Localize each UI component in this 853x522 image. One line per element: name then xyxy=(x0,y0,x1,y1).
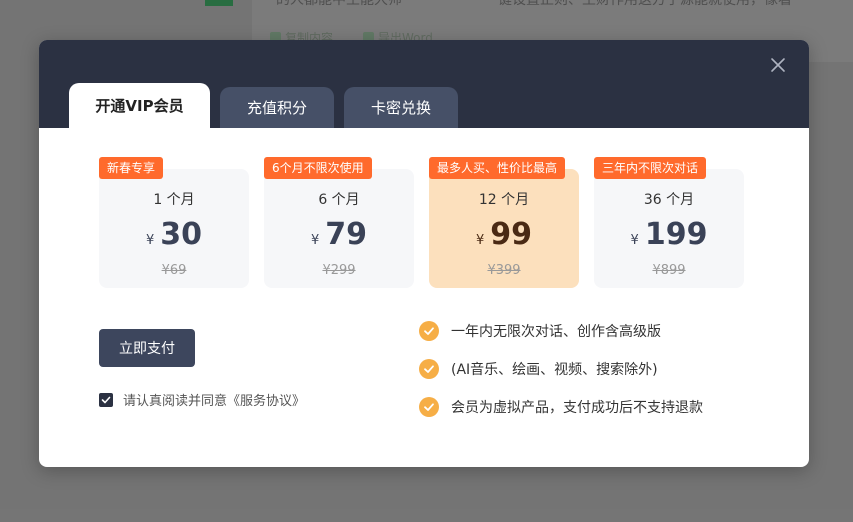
feature-item: 一年内无限次对话、创作含高级版 xyxy=(419,321,703,341)
feature-text: (AI音乐、绘画、视频、搜索除外) xyxy=(451,362,658,378)
agreement-checkbox[interactable] xyxy=(99,392,113,407)
check-circle-icon xyxy=(419,359,439,379)
plan-duration: 6 个月 xyxy=(318,192,360,208)
vip-modal: 开通VIP会员 充值积分 卡密兑换 新春专享 1 个月 ¥ 30 ¥69 6个月… xyxy=(39,40,809,467)
pay-now-button[interactable]: 立即支付 xyxy=(99,329,195,367)
feature-item: (AI音乐、绘画、视频、搜索除外) xyxy=(419,359,703,379)
plan-price: ¥ 99 xyxy=(429,217,579,252)
plan-card-6-months[interactable]: 6个月不限次使用 6 个月 ¥ 79 ¥299 xyxy=(264,157,414,288)
plan-price: ¥ 199 xyxy=(594,217,744,252)
plan-price-amount: 79 xyxy=(325,217,368,252)
modal-header: 开通VIP会员 充值积分 卡密兑换 xyxy=(39,40,809,128)
agreement-row: 请认真阅读并同意《服务协议》 xyxy=(99,390,305,409)
plan-card-12-months[interactable]: 最多人买、性价比最高 12 个月 ¥ 99 ¥399 xyxy=(429,157,579,288)
plan-price-amount: 199 xyxy=(644,217,708,252)
checkmark-icon xyxy=(101,396,111,403)
plan-badge: 最多人买、性价比最高 xyxy=(429,157,566,179)
plan-badge: 新春专享 xyxy=(99,157,164,179)
feature-item: 会员为虚拟产品，支付成功后不支持退款 xyxy=(419,397,703,417)
tab-vip-membership[interactable]: 开通VIP会员 xyxy=(69,83,210,128)
plan-badge: 6个月不限次使用 xyxy=(264,157,372,179)
check-circle-icon xyxy=(419,321,439,341)
feature-text: 一年内无限次对话、创作含高级版 xyxy=(451,324,661,340)
plan-duration: 12 个月 xyxy=(478,192,530,208)
plan-card-36-months[interactable]: 三年内不限次对话 36 个月 ¥ 199 ¥899 xyxy=(594,157,744,288)
currency-symbol: ¥ xyxy=(475,233,485,248)
currency-symbol: ¥ xyxy=(310,233,320,248)
tab-card-redeem[interactable]: 卡密兑换 xyxy=(344,87,458,128)
plan-duration: 1 个月 xyxy=(153,192,195,208)
close-icon xyxy=(771,58,785,72)
feature-text: 会员为虚拟产品，支付成功后不支持退款 xyxy=(451,400,703,416)
plan-price-amount: 30 xyxy=(160,217,203,252)
plan-duration: 36 个月 xyxy=(643,192,695,208)
plan-price: ¥ 30 xyxy=(99,217,249,252)
close-button[interactable] xyxy=(769,56,787,74)
plan-original-price: ¥299 xyxy=(322,263,356,278)
currency-symbol: ¥ xyxy=(145,233,155,248)
currency-symbol: ¥ xyxy=(630,233,639,248)
plan-price-amount: 99 xyxy=(490,217,533,252)
plan-original-price: ¥69 xyxy=(161,263,187,278)
check-circle-icon xyxy=(419,397,439,417)
plan-original-price: ¥399 xyxy=(487,263,521,278)
tab-recharge-points[interactable]: 充值积分 xyxy=(220,87,334,128)
agreement-text[interactable]: 请认真阅读并同意《服务协议》 xyxy=(123,390,305,409)
plan-card-1-month[interactable]: 新春专享 1 个月 ¥ 30 ¥69 xyxy=(99,157,249,288)
plan-badge: 三年内不限次对话 xyxy=(594,157,707,179)
plan-original-price: ¥899 xyxy=(652,263,686,278)
plan-price: ¥ 79 xyxy=(264,217,414,252)
feature-list: 一年内无限次对话、创作含高级版 (AI音乐、绘画、视频、搜索除外) 会员为虚拟产… xyxy=(419,321,703,435)
